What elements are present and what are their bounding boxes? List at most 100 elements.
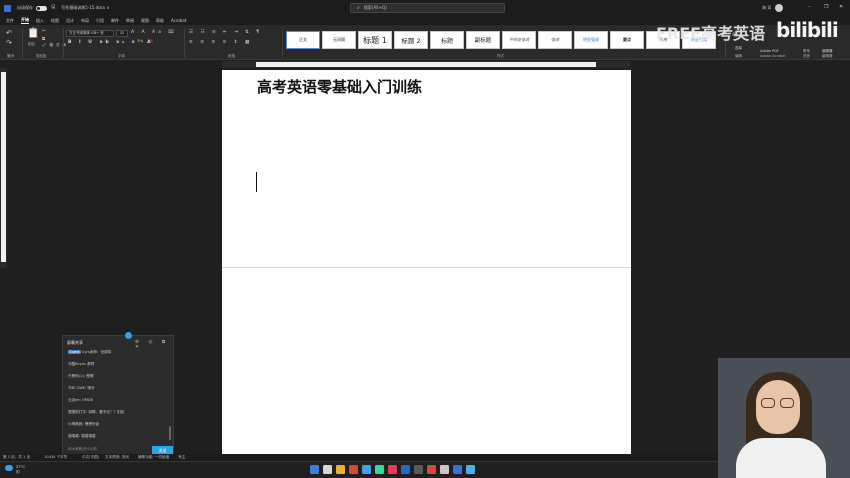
group-label-editing: 编辑 xyxy=(735,54,742,58)
adobe-pdf-label[interactable]: Adobe PDF xyxy=(760,49,779,53)
font-color-icon[interactable]: A xyxy=(150,40,156,45)
taskbar-app-icon[interactable] xyxy=(427,465,436,474)
restore-icon[interactable]: ❐ xyxy=(824,4,828,10)
group-label-undo: 撤消 xyxy=(7,54,14,58)
copy-icon[interactable]: ⧉ xyxy=(42,36,48,42)
panel-title: 屏幕共享 xyxy=(67,340,83,345)
chat-text: 小明啥我: 嘿嘿牙齿 xyxy=(68,422,100,426)
tab-6[interactable]: 引用 xyxy=(96,18,104,24)
tab-1[interactable]: 开始 xyxy=(21,17,29,24)
redo-icon[interactable]: ↷ xyxy=(6,39,15,47)
paste-label[interactable]: 粘贴 xyxy=(28,42,35,47)
document-name[interactable]: 写作基础训练5-15.docx ∨ xyxy=(61,5,109,11)
notification-badge xyxy=(125,332,132,339)
tab-10[interactable]: 帮助 xyxy=(156,18,164,24)
taskbar-app-icon[interactable] xyxy=(323,465,332,474)
tab-2[interactable]: 插入 xyxy=(36,18,44,24)
divider xyxy=(22,28,23,58)
paste-icon[interactable]: 📋 xyxy=(27,28,42,39)
horizontal-ruler[interactable] xyxy=(222,61,630,68)
language-status[interactable]: 中文(中国) xyxy=(82,455,99,460)
minimize-icon[interactable]: – xyxy=(808,4,811,10)
panel-controls[interactable]: ⚙ ◎ ⧉ ✕ xyxy=(135,339,173,350)
style-item[interactable]: 正文 xyxy=(286,31,320,49)
weather-cloud-icon[interactable] xyxy=(5,465,13,471)
style-item[interactable]: 无间隔 xyxy=(322,31,356,49)
taskbar-app-icon[interactable] xyxy=(440,465,449,474)
font-size-select[interactable]: 32 xyxy=(116,30,128,37)
tab-7[interactable]: 邮件 xyxy=(111,18,119,24)
group-label-acrobat: Adobe Acrobat xyxy=(760,54,786,58)
save-icon[interactable]: 🖫 xyxy=(51,4,55,12)
title-bar: 自动保存 🖫 写作基础训练5-15.docx ∨ ⌕ 搜索(Alt+Q) 海 邓… xyxy=(0,0,850,16)
tab-9[interactable]: 视图 xyxy=(141,18,149,24)
style-item[interactable]: 标题 2 xyxy=(394,31,428,49)
taskbar-app-icon[interactable] xyxy=(362,465,371,474)
style-item[interactable]: 标题 xyxy=(430,31,464,49)
weather-description[interactable]: 阴 xyxy=(16,470,20,475)
style-item[interactable]: 要点 xyxy=(610,31,644,49)
weather-temperature[interactable]: 27°C xyxy=(16,465,25,469)
tab-11[interactable]: Acrobat xyxy=(171,18,186,23)
style-item[interactable]: 副标题 xyxy=(466,31,500,49)
accessibility-status[interactable]: 辅助功能: 一切就绪 xyxy=(138,455,169,460)
taskbar-app-icon[interactable] xyxy=(375,465,384,474)
chat-input[interactable]: 和大家聊点什么吧 xyxy=(68,447,97,452)
style-item[interactable]: 标题 1 xyxy=(358,31,392,49)
chat-message: 只是吗(1): 是啊 xyxy=(68,374,93,379)
bilibili-logo: bilibili xyxy=(776,18,839,42)
style-item[interactable]: 明显强调 xyxy=(574,31,608,49)
screen-share-panel[interactable]: 屏幕共享 ⚙ ◎ ⧉ ✕ 和大家聊点什么吧 发送 Guest Cyrs老师：全部… xyxy=(62,332,174,457)
taskbar-app-icon[interactable] xyxy=(466,465,475,474)
tab-4[interactable]: 设计 xyxy=(66,18,74,24)
panel-scrollbar[interactable] xyxy=(169,426,171,440)
cut-icon[interactable]: ✂ xyxy=(42,29,49,34)
autosave-toggle[interactable] xyxy=(36,5,47,11)
document-title[interactable]: 高考英语零基础入门训练 xyxy=(257,76,422,97)
undo-icon[interactable]: ↶ xyxy=(6,29,15,37)
group-label-voice: 语音 xyxy=(803,54,810,58)
focus-mode[interactable]: 专注 xyxy=(178,455,185,460)
highlight-icon[interactable]: ✎ xyxy=(140,40,147,45)
font-name-select[interactable]: 方正书宋简体 GB+ 宋 xyxy=(66,30,114,37)
taskbar-app-icon[interactable] xyxy=(349,465,358,474)
tab-8[interactable]: 审阅 xyxy=(126,18,134,24)
font-size-grow-icons[interactable]: A A Aa ⌧ xyxy=(131,30,176,35)
select-label[interactable]: 选择 xyxy=(735,46,742,51)
taskbar-apps xyxy=(310,465,475,474)
taskbar-app-icon[interactable] xyxy=(388,465,397,474)
vertical-ruler[interactable] xyxy=(0,68,7,268)
taskbar-app-icon[interactable] xyxy=(453,465,462,474)
chat-message: Guest Cyrs老师：全部扣 xyxy=(68,350,111,355)
list-icons[interactable]: ☰ ☷ ≡ ⇤ ⇥ xyxy=(189,30,241,35)
search-icon: ⌕ xyxy=(357,5,360,11)
chat-text: 只是吗(1): 是啊 xyxy=(68,374,94,378)
search-box[interactable]: ⌕ 搜索(Alt+Q) xyxy=(350,3,505,13)
avatar[interactable] xyxy=(775,4,783,12)
group-label-addins: 编辑器 xyxy=(822,54,833,58)
taskbar-app-icon[interactable] xyxy=(310,465,319,474)
close-icon[interactable]: ✕ xyxy=(839,4,843,10)
user-name[interactable]: 海 邓 xyxy=(762,5,771,11)
style-item[interactable]: 强调 xyxy=(538,31,572,49)
format-painter-button[interactable]: 🖌格式刷 xyxy=(42,43,69,48)
search-input[interactable]: 搜索(Alt+Q) xyxy=(364,5,387,11)
style-item[interactable]: 不明显强调 xyxy=(502,31,536,49)
character-count[interactable]: 10434 个字符 xyxy=(44,455,67,460)
taskbar-app-icon[interactable] xyxy=(336,465,345,474)
align-icons[interactable]: ≡ ≡ ≡ ≡ ↕ ▦ xyxy=(189,40,252,45)
chat-message: 小明啥我: 嘿嘿牙齿 xyxy=(68,422,99,427)
tab-5[interactable]: 布局 xyxy=(81,18,89,24)
watermark-text: FREE高考英语 xyxy=(656,24,766,43)
group-label-clipboard: 剪贴板 xyxy=(36,54,47,58)
tab-3[interactable]: 绘图 xyxy=(51,18,59,24)
autosave-label: 自动保存 xyxy=(17,5,33,10)
taskbar-app-icon[interactable] xyxy=(414,465,423,474)
divider xyxy=(63,28,64,58)
sort-icon[interactable]: ⇅ ¶ xyxy=(245,30,262,35)
text-predictions-status[interactable]: 文本预测: 关闭 xyxy=(105,455,129,460)
document-page[interactable] xyxy=(222,70,631,454)
tab-0[interactable]: 文件 xyxy=(6,18,14,24)
page-info[interactable]: 第 1 页，共 1 页 xyxy=(3,455,30,460)
taskbar-app-icon[interactable] xyxy=(401,465,410,474)
